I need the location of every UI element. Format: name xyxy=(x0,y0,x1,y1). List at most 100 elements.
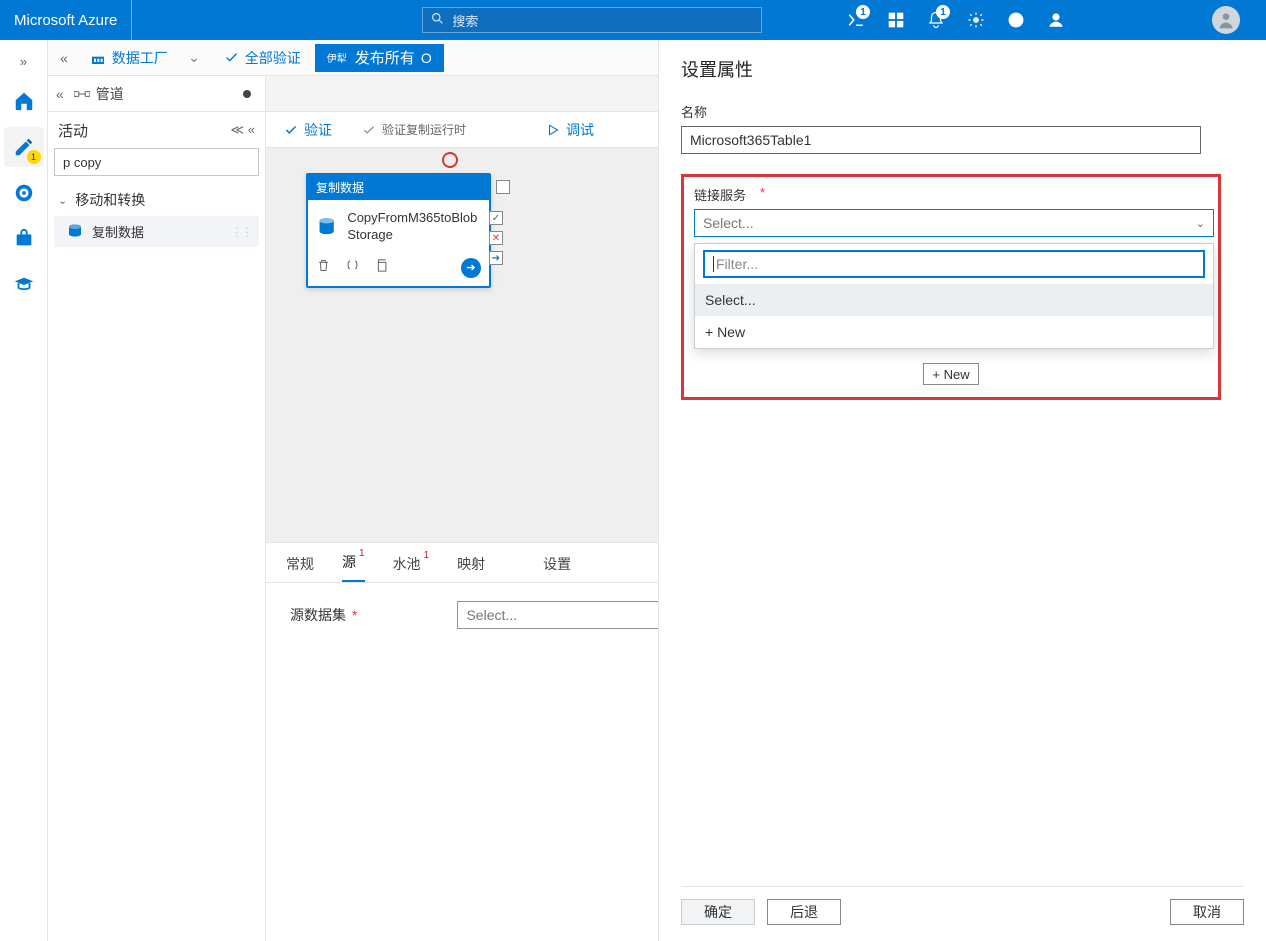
tab-source-label: 源 xyxy=(342,552,356,572)
linked-service-label: 链接服务* xyxy=(694,185,1208,204)
dropdown-option-new[interactable]: + New xyxy=(695,316,1213,348)
check-icon xyxy=(362,123,376,137)
ok-button[interactable]: 确定 xyxy=(681,899,755,925)
chevron-down-icon: ⌄ xyxy=(1196,217,1205,230)
tab-source-badge: 1 xyxy=(359,548,365,559)
chevron-down-icon: ⌄ xyxy=(58,194,67,207)
debug-label: 调试 xyxy=(566,120,594,140)
grip-icon: ⋮⋮ xyxy=(231,225,251,239)
rail-expand-icon[interactable]: » xyxy=(14,48,33,75)
directories-icon[interactable] xyxy=(876,0,916,40)
tab-settings[interactable]: 设置 xyxy=(543,546,571,582)
rail-learn[interactable] xyxy=(4,265,44,305)
tab-general[interactable]: 常规 xyxy=(286,546,314,582)
activity-item-label: 复制数据 xyxy=(92,222,144,241)
settings-icon[interactable] xyxy=(956,0,996,40)
name-input[interactable] xyxy=(681,126,1201,154)
tab-mapping-label: 映射 xyxy=(457,554,485,574)
panel-footer: 确定 后退 取消 xyxy=(681,886,1244,941)
avatar-icon xyxy=(1212,6,1240,34)
set-properties-panel: 设置属性 名称 链接服务* Select... ⌄ Filter... Sele… xyxy=(658,40,1266,941)
name-label: 名称 xyxy=(681,102,1244,121)
activities-collapse-icon[interactable]: ≪ « xyxy=(231,122,255,138)
linked-service-select[interactable]: Select... ⌄ xyxy=(694,209,1214,237)
node-body: CopyFromM365toBlobStorage xyxy=(308,200,489,254)
dropdown-filter-input[interactable]: Filter... xyxy=(703,250,1205,278)
node-run-icon[interactable]: ➔ xyxy=(461,258,481,278)
activities-label: 活动 xyxy=(58,120,88,141)
notifications-icon[interactable]: 1 xyxy=(916,0,956,40)
check-icon xyxy=(284,123,298,137)
publish-count: O xyxy=(421,50,432,66)
debug-button[interactable]: 调试 xyxy=(546,120,594,140)
copy-icon[interactable] xyxy=(374,258,389,278)
rail-monitor[interactable] xyxy=(4,173,44,213)
port-success[interactable]: ✓ xyxy=(489,211,503,225)
back-button[interactable]: 后退 xyxy=(767,899,841,925)
pipeline-tab[interactable]: 管道 xyxy=(74,84,261,104)
activities-search[interactable]: p copy xyxy=(54,148,259,176)
tab-sink-badge: 1 xyxy=(424,550,430,561)
activity-copy-data[interactable]: 复制数据 ⋮⋮ xyxy=(54,216,259,247)
delete-icon[interactable] xyxy=(316,258,331,278)
help-icon[interactable] xyxy=(996,0,1036,40)
pipeline-tab-label: 管道 xyxy=(96,84,124,104)
port-fail[interactable]: ✕ xyxy=(489,231,503,245)
source-dataset-label: 源数据集* xyxy=(290,605,357,625)
panel-title: 设置属性 xyxy=(681,56,1244,82)
pipeline-icon xyxy=(74,88,90,100)
linked-service-highlight: 链接服务* Select... ⌄ Filter... Select... + … xyxy=(681,174,1221,400)
category-move-transform[interactable]: ⌄ 移动和转换 xyxy=(48,184,265,216)
rail-home[interactable] xyxy=(4,81,44,121)
linked-service-placeholder: Select... xyxy=(703,215,754,231)
notif-badge: 1 xyxy=(936,5,950,19)
tab-mapping[interactable]: 映射 xyxy=(457,546,485,582)
left-rail: » 1 xyxy=(0,40,48,941)
database-icon xyxy=(66,223,84,241)
resource-tab-row: « 管道 xyxy=(48,76,265,112)
rail-manage[interactable] xyxy=(4,219,44,259)
node-port-top[interactable] xyxy=(496,180,510,194)
node-ports: ✓ ✕ ➔ xyxy=(489,211,503,265)
azure-top-bar: Microsoft Azure 搜索 1 1 xyxy=(0,0,1266,40)
factory-label: 数据工厂 xyxy=(112,48,168,68)
global-search[interactable]: 搜索 xyxy=(422,7,762,33)
tab-settings-label: 设置 xyxy=(543,554,571,574)
publish-prefix: 伊犁 xyxy=(327,50,347,65)
tab-source[interactable]: 源1 xyxy=(342,544,365,582)
resource-collapse-icon[interactable]: « xyxy=(52,86,68,102)
search-placeholder: 搜索 xyxy=(452,11,478,30)
play-icon xyxy=(546,123,560,137)
validate-runtime-label: 验证复制运行时 xyxy=(382,121,466,138)
copy-activity-node[interactable]: 复制数据 CopyFromM365toBlobStorage xyxy=(306,173,491,288)
filter-placeholder: Filter... xyxy=(716,256,758,272)
node-error-icon xyxy=(442,152,458,168)
brand-label: Microsoft Azure xyxy=(0,0,132,40)
linked-service-dropdown: Filter... Select... + New xyxy=(694,243,1214,349)
cloud-shell-icon[interactable]: 1 xyxy=(836,0,876,40)
dropdown-option-select[interactable]: Select... xyxy=(695,284,1213,316)
new-linked-service-button[interactable]: + New xyxy=(923,363,979,385)
rail-author-badge: 1 xyxy=(27,150,41,164)
factory-collapse-icon[interactable]: « xyxy=(56,50,72,66)
tab-sink[interactable]: 水池1 xyxy=(393,546,430,582)
unsaved-dot-icon xyxy=(243,90,251,98)
feedback-icon[interactable] xyxy=(1036,0,1076,40)
node-footer: ➔ xyxy=(308,254,489,286)
validate-all-button[interactable]: 全部验证 xyxy=(218,48,307,68)
chevron-down-icon: ⌄ xyxy=(188,49,200,66)
rail-author[interactable]: 1 xyxy=(4,127,44,167)
validate-runtime-button[interactable]: 验证复制运行时 xyxy=(362,121,466,138)
publish-all-button[interactable]: 伊犁 发布所有 O xyxy=(315,44,444,72)
tab-general-label: 常规 xyxy=(286,554,314,574)
activities-header: 活动 ≪ « xyxy=(48,112,265,148)
select-placeholder: Select... xyxy=(466,607,517,623)
code-icon[interactable] xyxy=(345,258,360,278)
publish-label: 发布所有 xyxy=(355,47,415,68)
validate-button[interactable]: 验证 xyxy=(284,120,332,140)
account-avatar[interactable] xyxy=(1206,0,1246,40)
cancel-button[interactable]: 取消 xyxy=(1170,899,1244,925)
factory-dropdown[interactable]: 数据工厂 ⌄ xyxy=(80,44,210,72)
tab-sink-label: 水池 xyxy=(393,554,421,574)
port-completion[interactable]: ➔ xyxy=(489,251,503,265)
